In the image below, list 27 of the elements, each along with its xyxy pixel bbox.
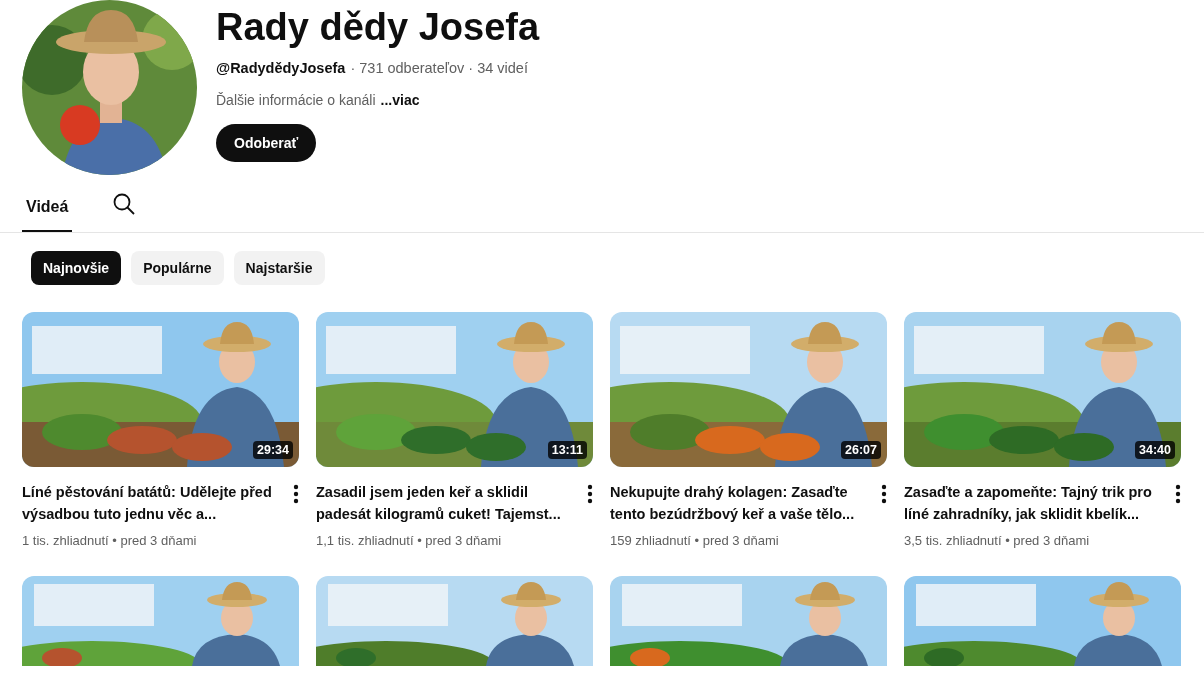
duration-badge: 34:40 [1135, 441, 1175, 459]
tab[interactable]: Videá [22, 176, 73, 232]
more-options-icon[interactable] [293, 484, 299, 504]
video-title[interactable]: Nekupujte drahý kolagen: Zasaďte tento bezúdržbový keř a vaše tělo... [610, 481, 872, 525]
duration-badge: 26:07 [841, 441, 881, 459]
filter-chip[interactable]: Najnovšie [31, 251, 122, 285]
video-meta: 1 tis. zhliadnutí • pred 3 dňami [22, 533, 198, 548]
video-title[interactable]: Líné pěstování batátů: Udělejte před výsadbou tuto jednu věc a... [22, 481, 284, 525]
video-title[interactable]: Zasadil jsem jeden keř a sklidil padesát kilogramů cuket! Tajemst... [316, 481, 578, 525]
more-options-icon[interactable] [587, 484, 593, 504]
video-meta: 1,1 tis. zhliadnutí • pred 3 dňami [316, 533, 503, 548]
more-link[interactable]: ...viac [380, 92, 420, 108]
more-options-icon[interactable] [881, 484, 887, 504]
subscribe-button[interactable]: Odoberať [216, 124, 317, 162]
channel-description: Ďalšie informácie o kanáli [216, 92, 376, 108]
duration-badge: 13:11 [547, 441, 587, 459]
video-meta: 3,5 tis. zhliadnutí • pred 3 dňami [904, 533, 1091, 548]
channel-handle: @RadydědyJosefa [216, 60, 346, 76]
channel-stats: · 731 odberateľov · 34 videí [350, 60, 528, 76]
channel-name: Rady dědy Josefa [216, 5, 540, 50]
video-title[interactable]: Zasaďte a zapomeňte: Tajný trik pro líné zahradníky, jak sklidit kbelík... [904, 481, 1166, 525]
more-options-icon[interactable] [1175, 484, 1181, 504]
search-icon[interactable] [112, 192, 137, 216]
video-meta: 159 zhliadnutí • pred 3 dňami [610, 533, 780, 548]
duration-badge: 29:34 [253, 441, 293, 459]
filter-chip[interactable]: Najstaršie [233, 251, 325, 285]
filter-chip[interactable]: Populárne [131, 251, 224, 285]
